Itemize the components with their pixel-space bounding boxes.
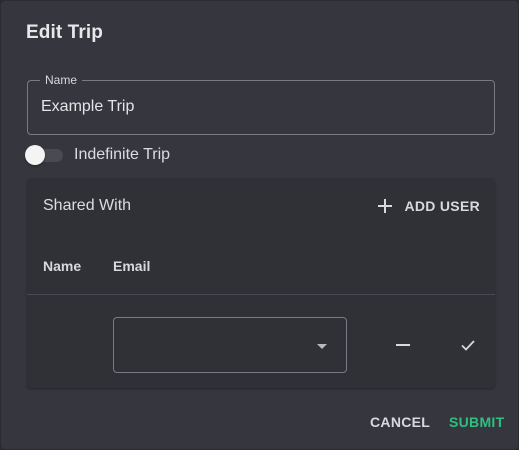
plus-icon: [378, 199, 393, 213]
remove-user-button[interactable]: [387, 329, 419, 361]
column-header-email: Email: [113, 258, 151, 274]
trip-name-field[interactable]: Name Example Trip: [27, 73, 495, 135]
edit-trip-dialog: Edit Trip Name Example Trip Indefinite T…: [1, 1, 518, 449]
table-header-divider: [27, 294, 495, 295]
shared-with-panel: Shared With ADD USER Name Email: [27, 178, 495, 388]
trip-name-label: Name: [40, 73, 83, 87]
submit-button[interactable]: SUBMIT: [449, 414, 504, 430]
minus-icon: [396, 344, 410, 346]
trip-name-input[interactable]: Example Trip: [41, 98, 134, 116]
email-select[interactable]: [113, 317, 347, 373]
dialog-title: Edit Trip: [26, 22, 103, 43]
caret-down-icon: [317, 344, 327, 349]
check-icon: [461, 340, 475, 351]
shared-with-title: Shared With: [43, 197, 132, 214]
cancel-button[interactable]: CANCEL: [370, 414, 430, 430]
indefinite-trip-toggle[interactable]: [25, 144, 63, 166]
add-user-button[interactable]: ADD USER: [378, 195, 480, 217]
toggle-thumb[interactable]: [25, 145, 45, 165]
confirm-user-button[interactable]: [452, 329, 484, 361]
add-user-label: ADD USER: [404, 198, 480, 214]
indefinite-trip-label: Indefinite Trip: [74, 146, 171, 163]
column-header-name: Name: [43, 258, 82, 274]
